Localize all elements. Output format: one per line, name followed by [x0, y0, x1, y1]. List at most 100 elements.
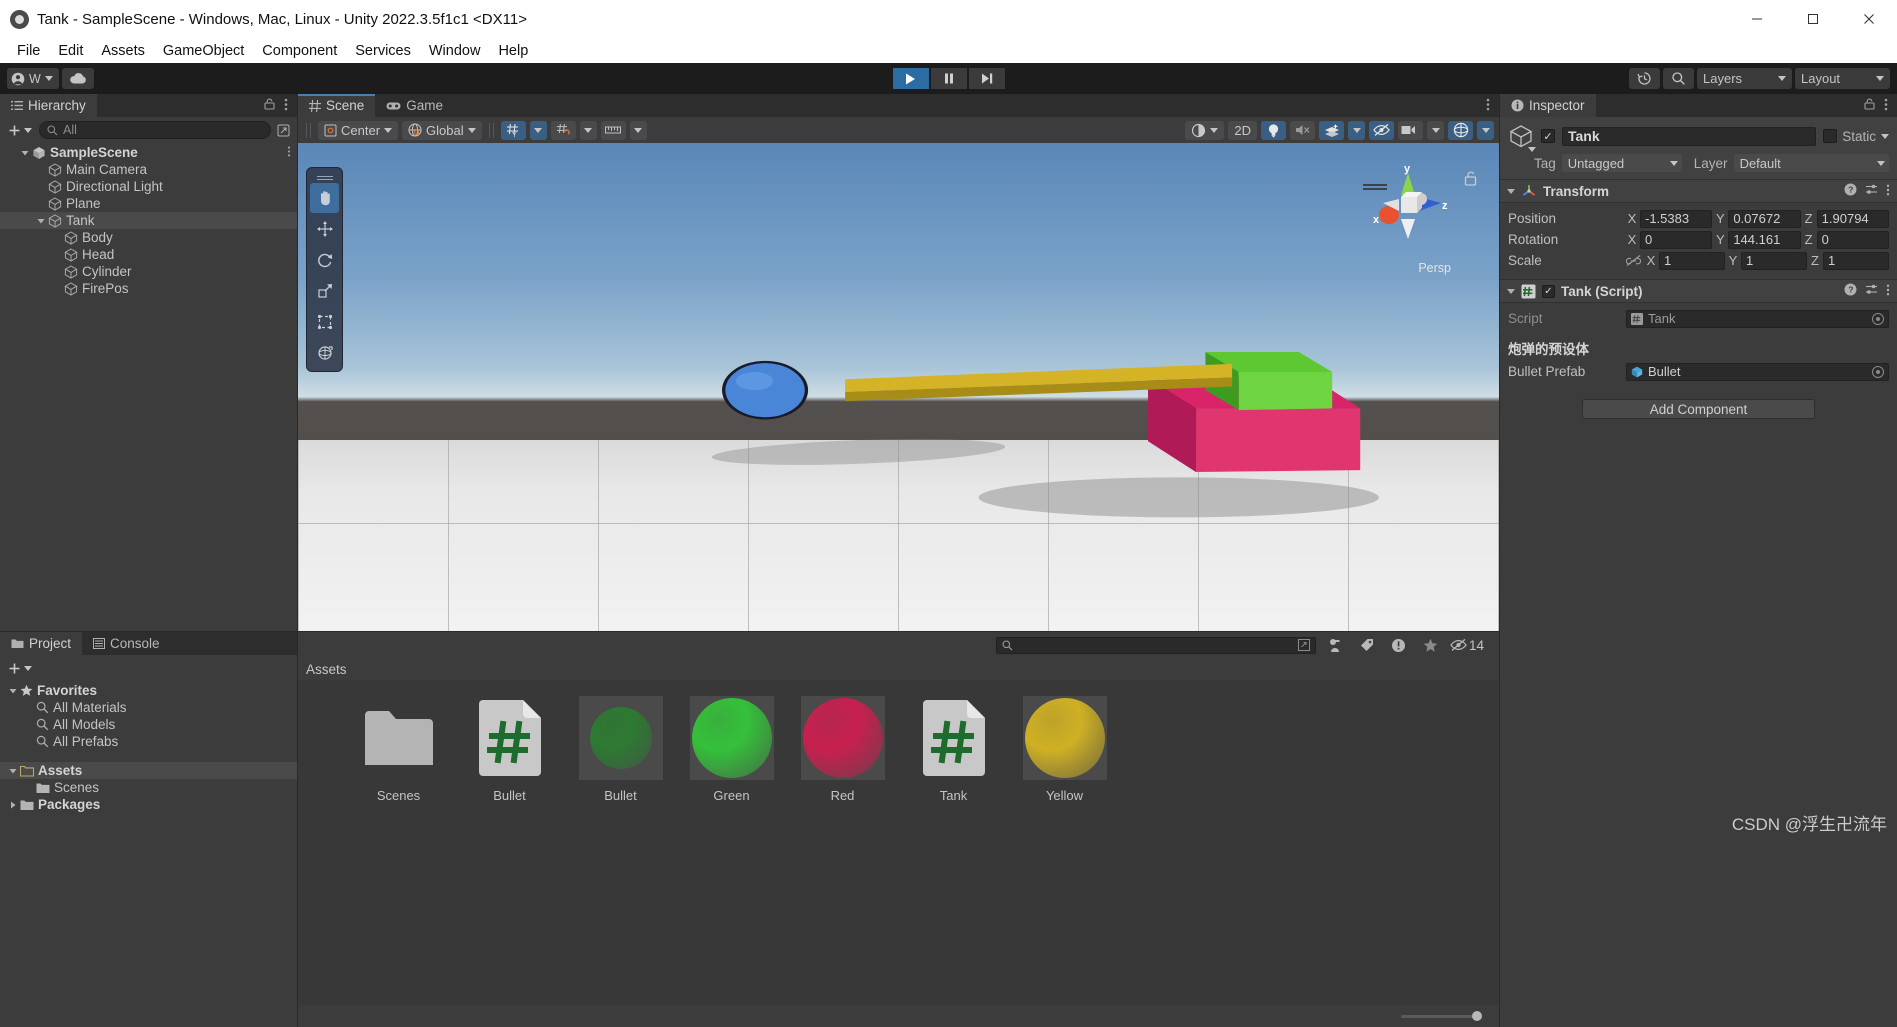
cloud-button[interactable]: [61, 68, 94, 89]
hierarchy-item[interactable]: Cylinder: [0, 263, 297, 280]
pause-button[interactable]: [930, 68, 967, 89]
project-tree-item[interactable]: All Materials: [0, 699, 297, 716]
object-picker-icon[interactable]: [1872, 365, 1884, 378]
component-menu-icon[interactable]: [1886, 284, 1890, 299]
hierarchy-item[interactable]: Plane: [0, 195, 297, 212]
menu-gameobject[interactable]: GameObject: [154, 41, 253, 61]
transform-position-z-input[interactable]: 1.90794: [1816, 209, 1889, 228]
hierarchy-item[interactable]: Head: [0, 246, 297, 263]
asset-item[interactable]: Bullet: [565, 696, 676, 803]
transform-scale-x-input[interactable]: 1: [1659, 251, 1725, 270]
transform-scale-z-input[interactable]: 1: [1823, 251, 1889, 270]
twisty-toggle[interactable]: [6, 801, 20, 809]
project-tree-item[interactable]: All Models: [0, 716, 297, 733]
scale-tool-button[interactable]: [310, 276, 339, 306]
transform-scale-y-input[interactable]: 1: [1741, 251, 1807, 270]
transform-rotation-y-input[interactable]: 144.161: [1728, 230, 1801, 249]
project-errors-icon[interactable]: [1386, 635, 1412, 655]
project-tree-item[interactable]: Scenes: [0, 779, 297, 796]
transform-component-header[interactable]: Transform ?: [1500, 179, 1897, 203]
scene-lighting-button[interactable]: [1261, 120, 1286, 140]
bullet-prefab-value[interactable]: Bullet: [1626, 362, 1889, 381]
tank-script-enabled-checkbox[interactable]: ✓: [1542, 284, 1555, 298]
step-button[interactable]: [968, 68, 1005, 89]
asset-item[interactable]: Bullet: [454, 696, 565, 803]
menu-services[interactable]: Services: [346, 41, 420, 61]
project-tree-item[interactable]: Assets: [0, 762, 297, 779]
maximize-button[interactable]: [1785, 0, 1841, 38]
hierarchy-tree[interactable]: SampleScene Main Camera Directional Light P…: [0, 143, 297, 631]
menu-assets[interactable]: Assets: [92, 41, 154, 61]
hand-tool-button[interactable]: [310, 183, 339, 213]
project-add-button[interactable]: [5, 662, 35, 675]
hierarchy-add-button[interactable]: [5, 124, 35, 137]
snap-increment-button[interactable]: [600, 120, 626, 140]
move-tool-button[interactable]: [310, 214, 339, 244]
toggle-2d-button[interactable]: 2D: [1228, 120, 1257, 140]
asset-item[interactable]: Yellow: [1009, 696, 1120, 803]
hierarchy-menu-icon[interactable]: [284, 98, 288, 113]
project-tree-item[interactable]: Packages: [0, 796, 297, 813]
grid-snapping-button[interactable]: Y: [500, 120, 526, 140]
rect-tool-button[interactable]: [310, 307, 339, 337]
play-button[interactable]: [892, 68, 929, 89]
script-field-value[interactable]: Tank: [1626, 309, 1889, 328]
project-tree-item[interactable]: All Prefabs: [0, 733, 297, 750]
transform-rotation-x-input[interactable]: 0: [1640, 230, 1713, 249]
menu-help[interactable]: Help: [489, 41, 537, 61]
toolbar-search-button[interactable]: [1663, 68, 1694, 89]
menu-component[interactable]: Component: [253, 41, 346, 61]
asset-item[interactable]: Scenes: [343, 696, 454, 803]
minimize-button[interactable]: [1729, 0, 1785, 38]
grid-snapping-dropdown[interactable]: [529, 120, 547, 140]
scene-audio-button[interactable]: [1290, 120, 1315, 140]
static-toggle[interactable]: Static: [1823, 129, 1889, 144]
scene-orientation-gizmo[interactable]: y z x: [1365, 163, 1451, 249]
project-favorites-icon[interactable]: [1418, 635, 1444, 655]
component-menu-icon[interactable]: [1886, 184, 1890, 199]
scene-effects-dropdown[interactable]: [1348, 120, 1365, 140]
twisty-toggle[interactable]: [6, 687, 20, 695]
gameobject-name-input[interactable]: Tank: [1562, 126, 1817, 146]
tab-project[interactable]: Project: [0, 632, 83, 655]
hierarchy-search-input[interactable]: All: [39, 121, 271, 139]
asset-item[interactable]: Tank: [898, 696, 1009, 803]
palette-drag-handle[interactable]: [310, 171, 339, 182]
scene-visibility-button[interactable]: [1369, 120, 1394, 140]
hierarchy-item[interactable]: Tank: [0, 212, 297, 229]
project-tree[interactable]: Favorites All Materials All Models All Pref…: [0, 681, 297, 1027]
tank-script-component-header[interactable]: ✓ Tank (Script) ?: [1500, 279, 1897, 303]
account-button[interactable]: W: [7, 68, 59, 89]
transform-position-x-input[interactable]: -1.5383: [1640, 209, 1713, 228]
project-hidden-count[interactable]: 14: [1450, 635, 1494, 655]
draw-mode-dropdown[interactable]: [1185, 120, 1225, 140]
gizmos-toggle-button[interactable]: [1448, 120, 1473, 140]
asset-grid[interactable]: Scenes Bullet Bullet Green Red Tank Yellow: [298, 680, 1499, 1005]
asset-item[interactable]: Green: [676, 696, 787, 803]
preset-icon[interactable]: [1865, 283, 1878, 299]
scene-camera-dropdown[interactable]: [1427, 120, 1444, 140]
snap-increment-dropdown[interactable]: [629, 120, 647, 140]
scene-row-menu-icon[interactable]: [287, 145, 291, 160]
scene-viewport[interactable]: y z x Persp: [298, 143, 1499, 631]
help-icon[interactable]: ?: [1844, 283, 1857, 299]
uniform-scale-link-icon[interactable]: [1626, 254, 1641, 267]
history-button[interactable]: [1629, 68, 1660, 89]
asset-item[interactable]: Red: [787, 696, 898, 803]
tab-scene[interactable]: Scene: [298, 94, 376, 117]
twisty-toggle[interactable]: [6, 767, 20, 775]
lock-icon[interactable]: [1864, 98, 1875, 113]
transform-tool-button[interactable]: [310, 338, 339, 368]
project-search-input[interactable]: [995, 636, 1316, 654]
menu-window[interactable]: Window: [420, 41, 490, 61]
help-icon[interactable]: ?: [1844, 183, 1857, 199]
add-component-button[interactable]: Add Component: [1582, 399, 1815, 419]
scene-gizmo-lock-icon[interactable]: [1464, 171, 1477, 190]
layout-dropdown[interactable]: Layout: [1795, 68, 1890, 89]
gameobject-icon[interactable]: [1508, 123, 1536, 152]
pivot-mode-dropdown[interactable]: Center: [318, 120, 399, 140]
thumbnail-size-slider[interactable]: [1401, 1011, 1482, 1021]
grid-visibility-dropdown[interactable]: [579, 120, 597, 140]
twisty-toggle[interactable]: [34, 217, 48, 225]
project-tree-item[interactable]: Favorites: [0, 682, 297, 699]
